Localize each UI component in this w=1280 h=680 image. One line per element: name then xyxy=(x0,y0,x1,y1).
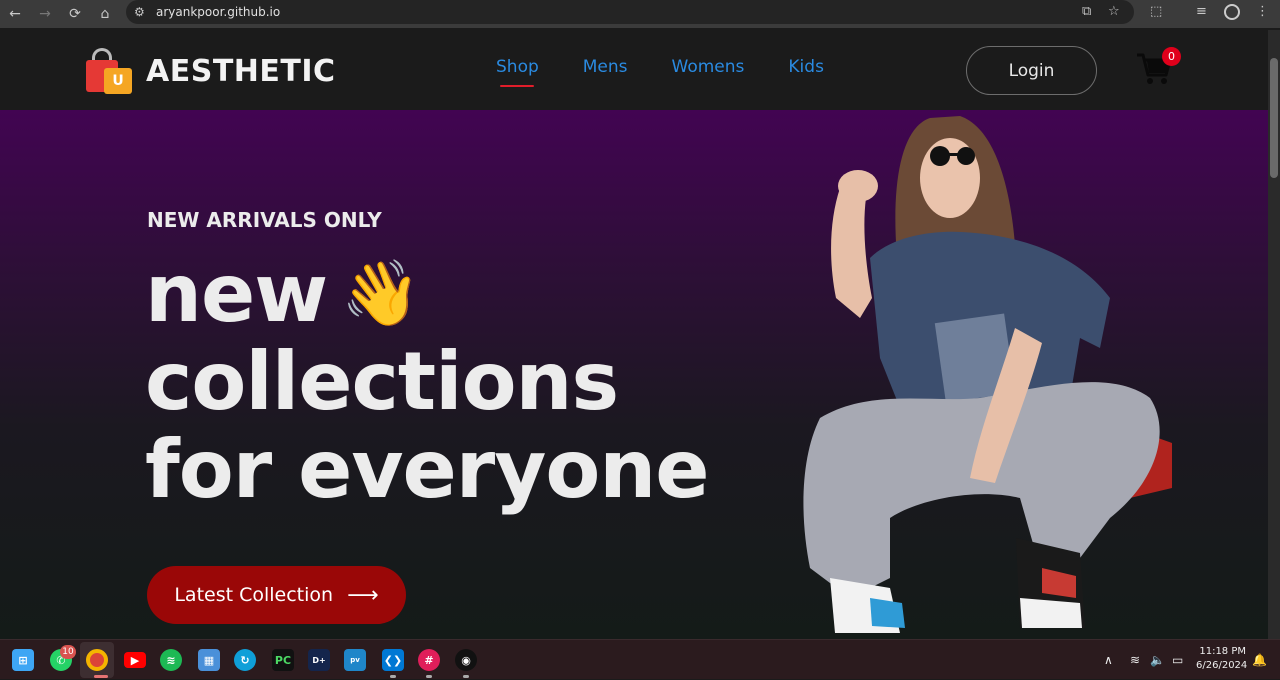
latest-collection-label: Latest Collection xyxy=(174,584,334,606)
scrollbar-thumb[interactable] xyxy=(1270,58,1278,178)
extensions-icon[interactable]: ⬚ xyxy=(1150,4,1162,19)
whatsapp-badge: 10 xyxy=(60,645,76,659)
slack-running-indicator xyxy=(426,675,432,678)
battery-icon[interactable]: ▭ xyxy=(1172,640,1183,680)
edge-sync-icon[interactable]: ↻ xyxy=(234,649,256,671)
chrome-icon[interactable] xyxy=(86,649,108,671)
right-arrow-icon: ⟶ xyxy=(347,582,379,608)
menu-item-womens[interactable]: Womens xyxy=(672,57,745,77)
youtube-icon[interactable]: ▶ xyxy=(124,652,146,668)
tray-overflow-icon[interactable]: ∧ xyxy=(1104,640,1113,680)
menu-dots-icon[interactable]: ⋮ xyxy=(1256,4,1269,19)
install-app-icon[interactable]: ⧉ xyxy=(1082,4,1091,19)
forward-arrow-icon[interactable]: → xyxy=(30,0,60,28)
hero-headline: new 👋 collections for everyone xyxy=(145,247,710,516)
microsoft-store-icon[interactable]: ▦ xyxy=(198,649,220,671)
address-url: aryankpoor.github.io xyxy=(156,5,281,19)
wifi-icon[interactable]: ≋ xyxy=(1130,640,1140,680)
clock-time: 11:18 PM xyxy=(1199,646,1246,657)
windows-start-icon[interactable]: ⊞ xyxy=(12,649,34,671)
headline-line-2: collections xyxy=(145,335,619,428)
github-running-indicator xyxy=(463,675,469,678)
chrome-running-indicator xyxy=(94,675,108,678)
brand-name: AESTHETIC xyxy=(146,53,336,89)
menu-item-shop[interactable]: Shop xyxy=(496,57,539,87)
login-button[interactable]: Login xyxy=(966,46,1097,95)
hero-kicker: NEW ARRIVALS ONLY xyxy=(147,208,382,232)
hero-model-image xyxy=(803,116,1172,633)
pycharm-icon[interactable]: PC xyxy=(272,649,294,671)
notification-bell-icon[interactable]: 🔔 xyxy=(1252,640,1267,680)
menu-item-mens[interactable]: Mens xyxy=(583,57,628,77)
menu-item-kids[interactable]: Kids xyxy=(788,57,824,77)
site-settings-icon[interactable]: ⚙ xyxy=(134,5,156,19)
headline-line-1: new xyxy=(145,247,328,340)
home-icon[interactable]: ⌂ xyxy=(90,0,120,28)
reading-list-icon[interactable]: ≡ xyxy=(1196,4,1207,19)
shopping-bag-icon: U xyxy=(84,46,136,96)
github-icon[interactable]: ◉ xyxy=(455,649,477,671)
back-arrow-icon[interactable]: ← xyxy=(0,0,30,28)
vscode-icon[interactable]: ❮❯ xyxy=(382,649,404,671)
windows-taskbar: ⊞ ✆ 10 ▶ ≋ ▦ ↻ PC D+ pv ❮❯ # ◉ ∧ ≋ 🔈 ▭ 1… xyxy=(0,639,1280,679)
page-scrollbar[interactable] xyxy=(1268,30,1280,639)
browser-toolbar: ← → ⟳ ⌂ ⚙ aryankpoor.github.io ⧉ ☆ ⬚ ≡ ⋮ xyxy=(0,0,1280,28)
volume-icon[interactable]: 🔈 xyxy=(1150,640,1165,680)
address-bar[interactable]: ⚙ aryankpoor.github.io xyxy=(126,0,1134,24)
site-logo[interactable]: U AESTHETIC xyxy=(84,46,336,96)
latest-collection-button[interactable]: Latest Collection ⟶ xyxy=(147,566,406,624)
system-clock[interactable]: 11:18 PM 6/26/2024 xyxy=(1196,645,1248,673)
cart-count-badge: 0 xyxy=(1162,47,1181,66)
main-menu: Shop Mens Womens Kids xyxy=(496,57,868,87)
hero-section: NEW ARRIVALS ONLY new 👋 collections for e… xyxy=(0,110,1268,639)
clock-date: 6/26/2024 xyxy=(1196,660,1248,671)
site-navbar: U AESTHETIC Shop Mens Womens Kids Login xyxy=(0,30,1268,110)
bookmark-star-icon[interactable]: ☆ xyxy=(1108,4,1120,19)
slack-icon[interactable]: # xyxy=(418,649,440,671)
reload-icon[interactable]: ⟳ xyxy=(60,0,90,28)
active-underline xyxy=(500,85,534,87)
headline-line-3: for everyone xyxy=(145,423,710,516)
profile-avatar-icon[interactable] xyxy=(1224,4,1240,20)
waving-hand-icon: 👋 xyxy=(341,257,421,331)
prime-video-icon[interactable]: pv xyxy=(344,649,366,671)
disney-plus-icon[interactable]: D+ xyxy=(308,649,330,671)
spotify-icon[interactable]: ≋ xyxy=(160,649,182,671)
vscode-running-indicator xyxy=(390,675,396,678)
